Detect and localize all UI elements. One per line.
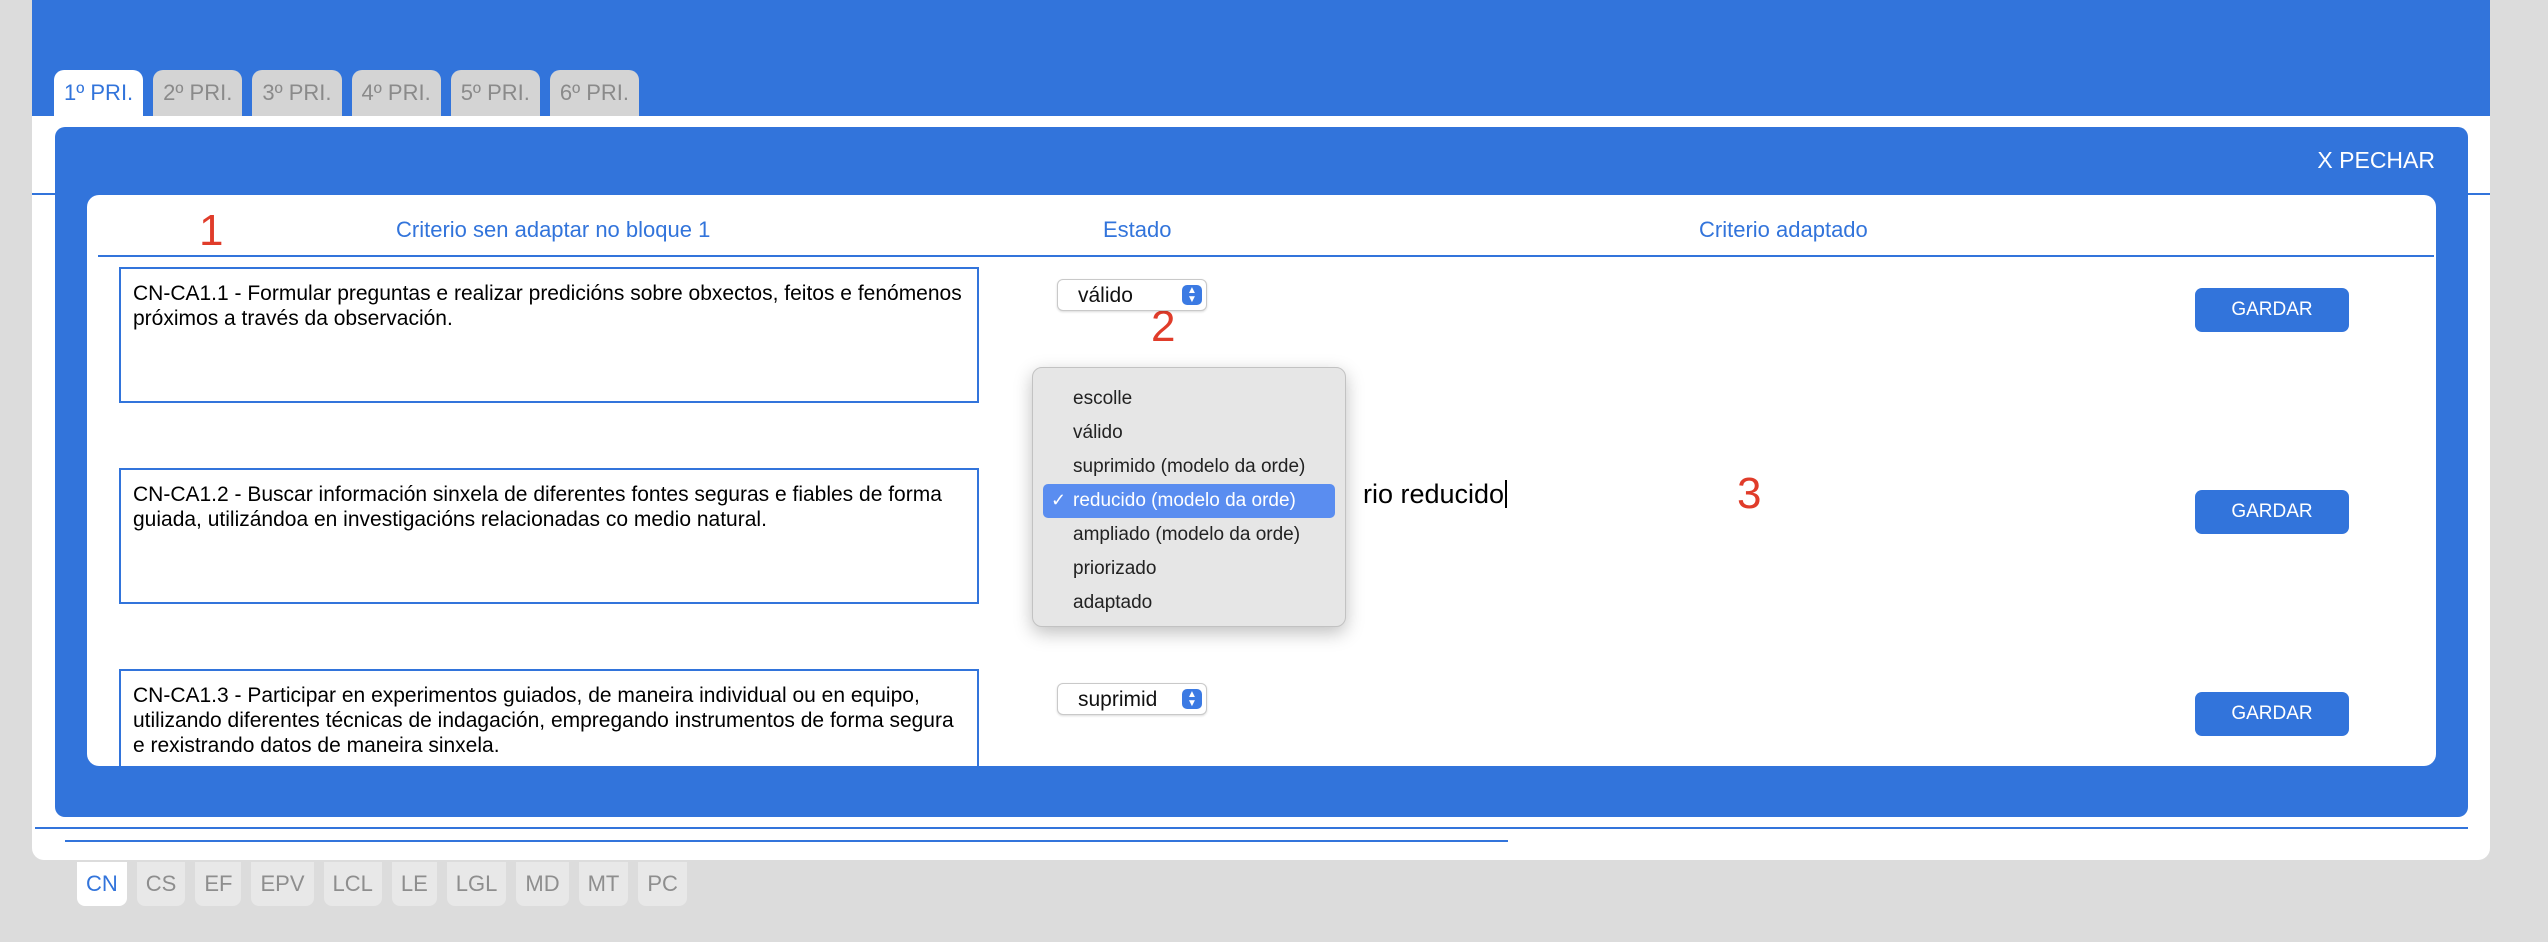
dropdown-option-valido[interactable]: válido — [1033, 416, 1345, 450]
tab-grade-4[interactable]: 4º PRI. — [351, 70, 441, 116]
adapted-criterion-input-2[interactable]: rio reducido — [1363, 479, 1508, 510]
status-select-value: válido — [1078, 284, 1133, 307]
tab-subject-lgl[interactable]: LGL — [446, 862, 507, 906]
dropdown-option-label: reducido (modelo da orde) — [1073, 490, 1296, 511]
checkmark-icon: ✓ — [1051, 490, 1067, 510]
dropdown-option-suprimido[interactable]: suprimido (modelo da orde) — [1033, 450, 1345, 484]
dropdown-option-priorizado[interactable]: priorizado — [1033, 552, 1345, 586]
tab-subject-epv[interactable]: EPV — [251, 862, 314, 906]
annotation-3: 3 — [1737, 469, 1762, 518]
status-dropdown-menu: escolle válido suprimido (modelo da orde… — [1032, 367, 1346, 627]
tab-subject-cs[interactable]: CS — [136, 862, 186, 906]
annotation-1: 1 — [199, 206, 224, 255]
criterion-textbox-1[interactable]: CN-CA1.1 - Formular preguntas e realizar… — [119, 267, 979, 403]
tab-subject-cn[interactable]: CN — [77, 862, 127, 906]
divider — [35, 827, 2468, 829]
criteria-modal: X PECHAR Criterio sen adaptar no bloque … — [55, 127, 2468, 817]
dropdown-option-ampliado[interactable]: ampliado (modelo da orde) — [1033, 518, 1345, 552]
select-arrows-icon: ▲ ▼ — [1182, 285, 1202, 305]
save-button-2[interactable]: GARDAR — [2195, 490, 2349, 534]
save-button-1[interactable]: GARDAR — [2195, 288, 2349, 332]
tab-subject-ef[interactable]: EF — [195, 862, 242, 906]
status-select-3[interactable]: suprimid ▲ ▼ — [1057, 683, 1207, 715]
tab-grade-1[interactable]: 1º PRI. — [54, 70, 144, 116]
tab-subject-mt[interactable]: MT — [578, 862, 629, 906]
tab-subject-lcl[interactable]: LCL — [323, 862, 382, 906]
tab-subject-md[interactable]: MD — [516, 862, 569, 906]
annotation-2: 2 — [1151, 302, 1176, 351]
tab-subject-pc[interactable]: PC — [638, 862, 687, 906]
header-status: Estado — [1103, 217, 1172, 242]
grade-tabs: 1º PRI. 2º PRI. 3º PRI. 4º PRI. 5º PRI. … — [54, 70, 640, 116]
divider — [65, 840, 1508, 842]
tab-grade-3[interactable]: 3º PRI. — [252, 70, 342, 116]
header-divider — [98, 255, 2434, 257]
tab-subject-le[interactable]: LE — [391, 862, 437, 906]
select-arrows-icon: ▲ ▼ — [1182, 689, 1202, 709]
adapted-criterion-text: rio reducido — [1363, 479, 1505, 509]
save-button-3[interactable]: GARDAR — [2195, 692, 2349, 736]
tab-grade-6[interactable]: 6º PRI. — [549, 70, 640, 116]
subject-tabs: CN CS EF EPV LCL LE LGL MD MT PC — [77, 862, 687, 906]
tab-grade-2[interactable]: 2º PRI. — [153, 70, 243, 116]
status-select-value: suprimid — [1078, 688, 1158, 711]
criterion-textbox-2[interactable]: CN-CA1.2 - Buscar información sinxela de… — [119, 468, 979, 604]
dropdown-option-escolle[interactable]: escolle — [1033, 382, 1345, 416]
header-adapted: Criterio adaptado — [1699, 217, 1868, 242]
header-criterion: Criterio sen adaptar no bloque 1 — [396, 217, 711, 242]
close-button[interactable]: X PECHAR — [2317, 147, 2435, 174]
dropdown-option-reducido[interactable]: ✓ reducido (modelo da orde) — [1043, 484, 1335, 518]
dropdown-option-adaptado[interactable]: adaptado — [1033, 586, 1345, 620]
tab-grade-5[interactable]: 5º PRI. — [450, 70, 540, 116]
text-caret — [1505, 480, 1508, 508]
criterion-textbox-3[interactable]: CN-CA1.3 - Participar en experimentos gu… — [119, 669, 979, 766]
status-select-1[interactable]: válido ▲ ▼ — [1057, 279, 1207, 311]
